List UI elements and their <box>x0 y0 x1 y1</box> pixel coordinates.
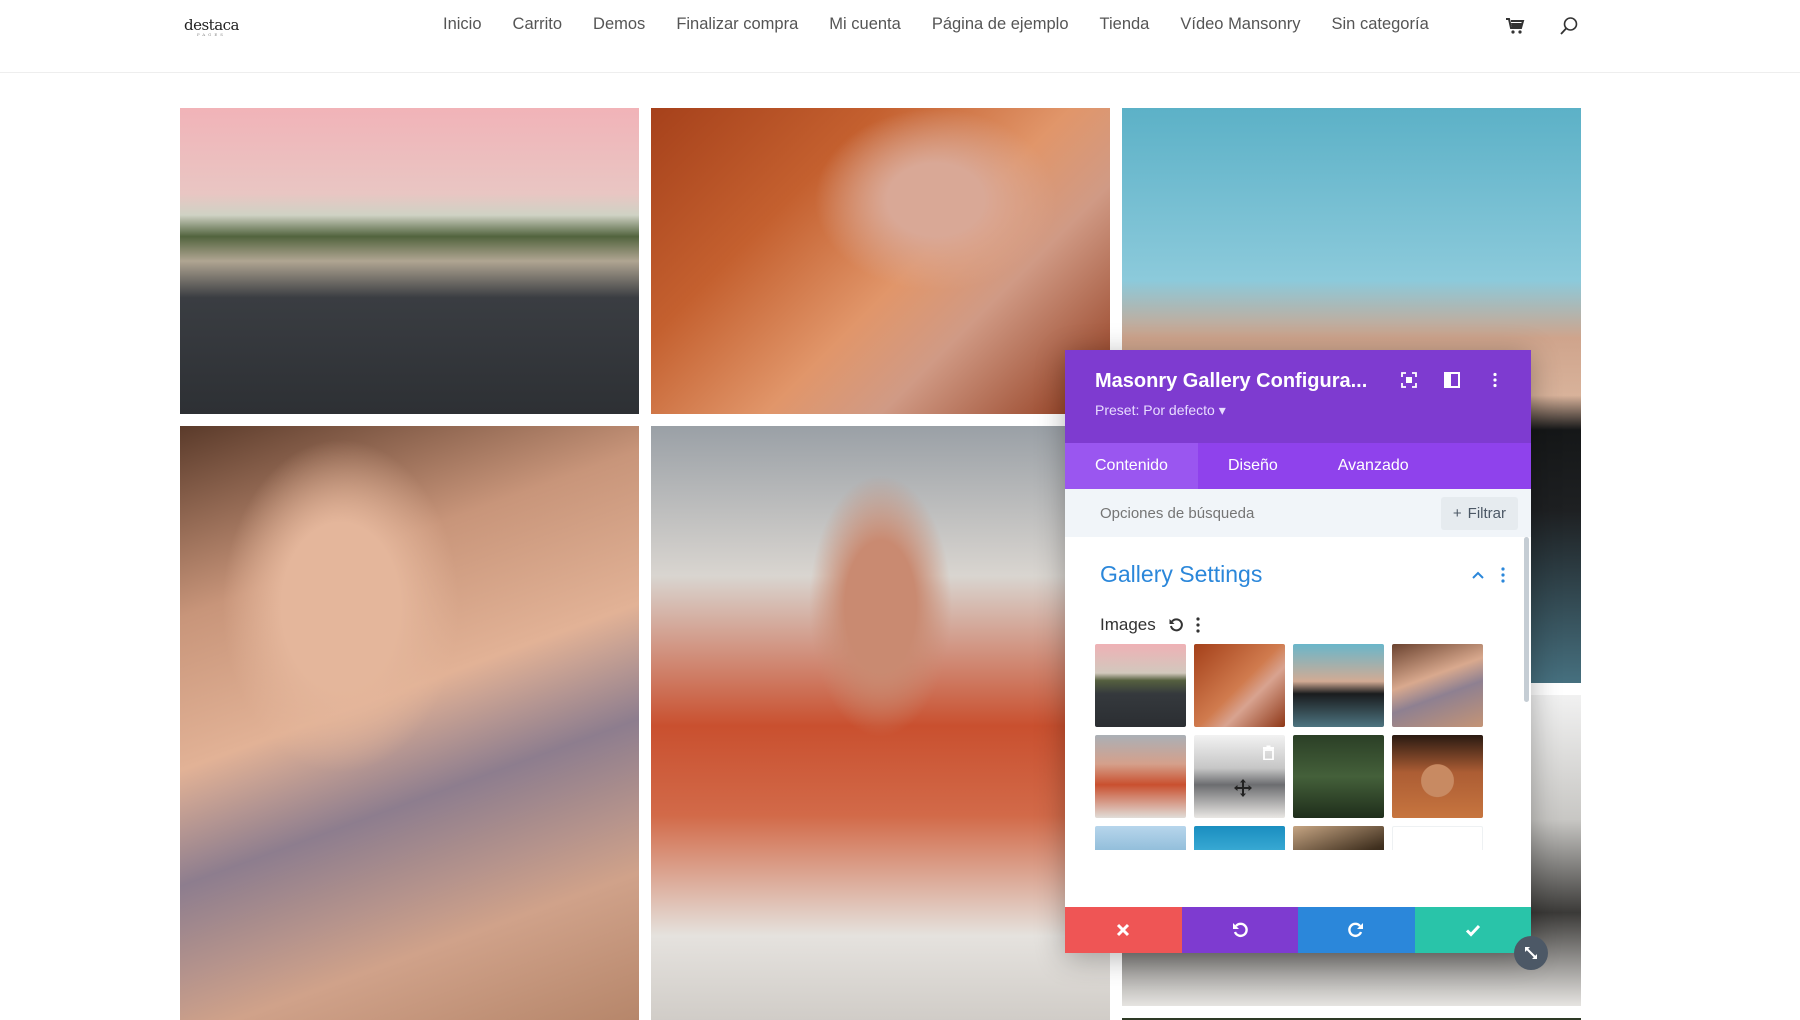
split-view-icon[interactable] <box>1444 372 1460 388</box>
image-thumbnail[interactable] <box>1392 644 1483 727</box>
save-button[interactable] <box>1414 907 1531 953</box>
close-icon <box>1117 923 1130 937</box>
panel-scrollbar[interactable] <box>1524 537 1529 702</box>
image-thumbnail[interactable] <box>1293 735 1384 818</box>
images-more-icon[interactable] <box>1196 617 1200 633</box>
site-logo[interactable]: destaca PAGES <box>184 16 240 37</box>
gallery-image-red-hair-woman[interactable] <box>651 108 1110 414</box>
main-nav: Inicio Carrito Demos Finalizar compra Mi… <box>443 15 1429 34</box>
reset-icon[interactable] <box>1168 617 1184 633</box>
module-settings-panel: Masonry Gallery Configura... Preset: Por… <box>1065 350 1531 953</box>
move-icon[interactable] <box>1234 779 1252 797</box>
options-search-row: + Filtrar <box>1065 489 1531 537</box>
preset-label: Preset: Por defecto <box>1095 402 1215 418</box>
search-icon[interactable] <box>1559 16 1579 36</box>
panel-header-icons <box>1401 372 1503 388</box>
panel-action-bar <box>1065 907 1531 953</box>
nav-item-tienda[interactable]: Tienda <box>1100 15 1150 34</box>
panel-body: Gallery Settings Images <box>1065 537 1531 850</box>
nav-item-pagina-de-ejemplo[interactable]: Página de ejemplo <box>932 15 1069 34</box>
more-options-icon[interactable] <box>1487 372 1503 388</box>
image-thumbnails-grid: + <box>1095 644 1483 850</box>
undo-icon <box>1232 922 1248 938</box>
site-header: destaca PAGES Inicio Carrito Demos Final… <box>0 0 1800 73</box>
tab-avanzado[interactable]: Avanzado <box>1308 443 1439 489</box>
resize-handle[interactable] <box>1514 936 1548 970</box>
section-icons <box>1471 567 1505 583</box>
image-thumbnail[interactable] <box>1392 735 1483 818</box>
panel-header[interactable]: Masonry Gallery Configura... Preset: Por… <box>1065 350 1531 443</box>
trash-icon[interactable] <box>1261 745 1276 760</box>
image-thumbnail[interactable] <box>1095 644 1186 727</box>
cart-icon[interactable] <box>1505 16 1525 36</box>
nav-item-video-mansonry[interactable]: Vídeo Mansonry <box>1180 15 1300 34</box>
filter-label: Filtrar <box>1467 504 1506 522</box>
redo-button[interactable] <box>1298 907 1415 953</box>
panel-tabs: Contenido Diseño Avanzado <box>1065 443 1531 489</box>
chevron-up-icon[interactable] <box>1471 570 1485 580</box>
image-thumbnail-hovered[interactable] <box>1194 735 1285 818</box>
gallery-image-woman-long-hair[interactable] <box>180 426 639 1020</box>
nav-item-mi-cuenta[interactable]: Mi cuenta <box>829 15 901 34</box>
fullscreen-icon[interactable] <box>1401 372 1417 388</box>
discard-button[interactable] <box>1065 907 1182 953</box>
nav-item-inicio[interactable]: Inicio <box>443 15 482 34</box>
undo-button[interactable] <box>1181 907 1298 953</box>
image-thumbnail[interactable] <box>1095 735 1186 818</box>
redo-icon <box>1348 922 1364 938</box>
image-thumbnail[interactable] <box>1194 644 1285 727</box>
tab-contenido[interactable]: Contenido <box>1065 443 1198 489</box>
images-label: Images <box>1100 615 1156 634</box>
nav-item-finalizar-compra[interactable]: Finalizar compra <box>676 15 798 34</box>
tab-diseno[interactable]: Diseño <box>1198 443 1308 489</box>
nav-item-demos[interactable]: Demos <box>593 15 645 34</box>
section-more-icon[interactable] <box>1501 567 1505 583</box>
add-image-button[interactable]: + <box>1392 826 1483 850</box>
header-icons <box>1505 16 1579 36</box>
images-field-label: Images <box>1100 615 1200 635</box>
options-search-input[interactable] <box>1100 504 1441 522</box>
section-title-gallery-settings[interactable]: Gallery Settings <box>1100 561 1262 588</box>
check-icon <box>1465 924 1480 937</box>
image-thumbnail[interactable] <box>1293 644 1384 727</box>
nav-item-sin-categoria[interactable]: Sin categoría <box>1332 15 1429 34</box>
filter-button[interactable]: + Filtrar <box>1440 496 1518 530</box>
plus-icon: + <box>1452 504 1462 522</box>
nav-item-carrito[interactable]: Carrito <box>513 15 563 34</box>
image-thumbnail[interactable] <box>1095 826 1186 850</box>
preset-selector[interactable]: Preset: Por defecto ▾ <box>1095 402 1501 419</box>
caret-down-icon: ▾ <box>1218 402 1226 418</box>
resize-icon <box>1525 947 1537 959</box>
gallery-image-woman-sunglasses[interactable] <box>651 426 1110 1020</box>
gallery-image-man-walking-road[interactable] <box>180 108 639 414</box>
image-thumbnail[interactable] <box>1293 826 1384 850</box>
image-thumbnail[interactable] <box>1194 826 1285 850</box>
